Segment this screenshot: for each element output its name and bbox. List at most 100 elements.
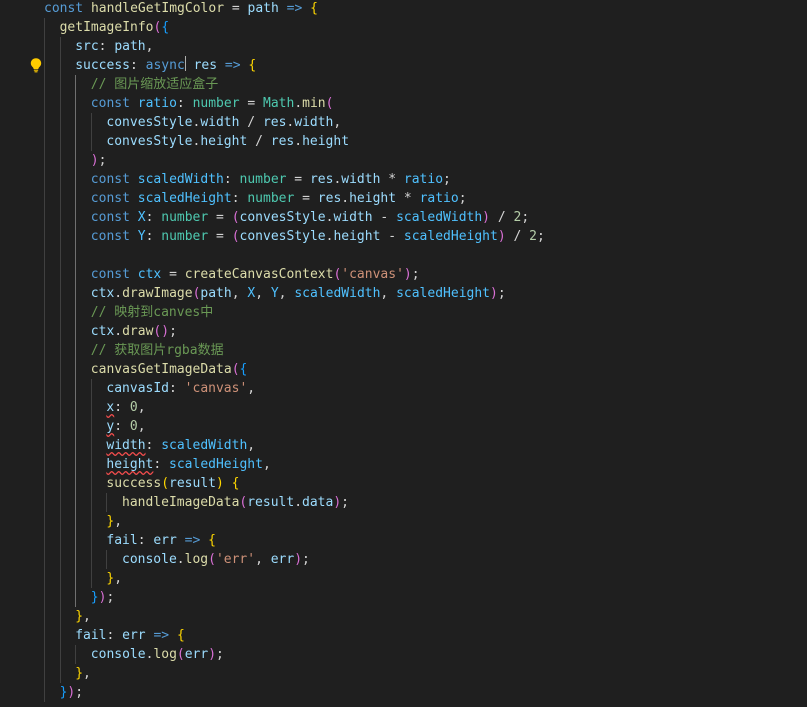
code-line[interactable]: canvasId: 'canvas', (0, 379, 807, 398)
code-line[interactable]: ctx.drawImage(path, X, Y, scaledWidth, s… (0, 284, 807, 303)
indent-guide (44, 75, 45, 94)
code-line[interactable] (0, 246, 807, 265)
code-line[interactable]: }); (0, 683, 807, 702)
code-line[interactable]: success: async res => { (0, 56, 807, 75)
keyword-token: => (217, 58, 249, 73)
indent-guide (44, 132, 45, 151)
variable-token: data (302, 495, 334, 510)
bracket-token: ( (231, 362, 240, 377)
code-line[interactable]: const ctx = createCanvasContext('canvas'… (0, 265, 807, 284)
indent-guide (75, 474, 77, 493)
indent-guide (90, 531, 92, 550)
code-lines[interactable]: const handleGetImgColor = path => {getIm… (0, 0, 807, 702)
code-line[interactable]: convesStyle.height / res.height (0, 132, 807, 151)
code-line[interactable]: getImageInfo({ (0, 18, 807, 37)
indent-guide (44, 645, 45, 664)
code-line[interactable]: console.log('err', err); (0, 550, 807, 569)
indent-guide (75, 531, 77, 550)
function-token: log (184, 552, 209, 567)
variable-token: console (90, 647, 146, 662)
bracket-token: ( (325, 96, 334, 111)
bracket-token: ( (208, 552, 216, 567)
punctuation-token: / (239, 115, 263, 130)
punctuation-token: , (380, 286, 397, 301)
code-line[interactable]: fail: err => { (0, 626, 807, 645)
code-line[interactable]: console.log(err); (0, 645, 807, 664)
indent-guide (59, 94, 61, 113)
code-line[interactable]: success(result) { (0, 474, 807, 493)
code-line[interactable]: const handleGetImgColor = path => { (0, 0, 807, 18)
type-token: number (239, 172, 287, 187)
indent-guide (44, 189, 45, 208)
indent-guide (44, 94, 45, 113)
indent-guide (44, 683, 45, 702)
bracket-token: ( (176, 647, 185, 662)
code-line[interactable]: const ratio: number = Math.min( (0, 94, 807, 113)
indent-guide (44, 56, 45, 75)
error-underlined-token: width (106, 438, 146, 453)
code-line[interactable]: // 映射到canves中 (0, 303, 807, 322)
keyword-token: const (90, 267, 138, 282)
keyword-token: const (44, 1, 91, 16)
code-line[interactable]: src: path, (0, 37, 807, 56)
code-line[interactable]: canvasGetImageData({ (0, 360, 807, 379)
code-line[interactable]: const scaledWidth: number = res.width * … (0, 170, 807, 189)
code-line[interactable]: convesStyle.width / res.width, (0, 113, 807, 132)
punctuation-token (224, 476, 232, 491)
code-line[interactable]: // 图片缩放适应盒子 (0, 75, 807, 94)
code-text: }, (106, 569, 122, 588)
indent-guide (44, 379, 45, 398)
punctuation-token: , (83, 666, 91, 681)
code-line[interactable]: }, (0, 569, 807, 588)
code-line[interactable]: handleImageData(result.data); (0, 493, 807, 512)
code-line[interactable]: height: scaledHeight, (0, 455, 807, 474)
indent-guide (59, 303, 61, 322)
indent-guide (59, 170, 61, 189)
code-line[interactable]: const X: number = (convesStyle.width - s… (0, 208, 807, 227)
bracket-token: { (310, 1, 318, 16)
indent-guide (44, 531, 45, 550)
code-line[interactable]: const scaledHeight: number = res.height … (0, 189, 807, 208)
indent-guide (44, 322, 45, 341)
indent-guide (44, 208, 45, 227)
indent-guide (59, 151, 61, 170)
bracket-token: ( (161, 476, 170, 491)
code-line[interactable]: ); (0, 151, 807, 170)
indent-guide (75, 208, 77, 227)
variable-token: result (169, 476, 216, 491)
code-text: src: path, (75, 37, 153, 56)
code-line[interactable]: // 获取图片rgba数据 (0, 341, 807, 360)
punctuation-token: ; (216, 647, 224, 662)
constant-token: scaledHeight (169, 457, 263, 472)
code-text: const ratio: number = Math.min( (91, 94, 334, 113)
indent-guide (90, 113, 92, 132)
indent-guide (59, 569, 61, 588)
code-line[interactable]: }, (0, 664, 807, 683)
punctuation-token: , (247, 438, 256, 453)
punctuation-token: , (255, 286, 271, 301)
code-line[interactable]: }); (0, 588, 807, 607)
indent-guide (90, 417, 92, 436)
indent-guide (59, 455, 61, 474)
punctuation-token: . (341, 191, 350, 206)
keyword-token: const (90, 191, 138, 206)
code-line[interactable]: const Y: number = (convesStyle.height - … (0, 227, 807, 246)
code-line[interactable]: }, (0, 607, 807, 626)
bracket-token: } (75, 666, 84, 681)
indent-guide (59, 588, 61, 607)
bracket-token: { (239, 362, 248, 377)
code-line[interactable]: y: 0, (0, 417, 807, 436)
code-line[interactable]: width: scaledWidth, (0, 436, 807, 455)
code-text: }); (60, 683, 83, 702)
indent-guide (59, 189, 61, 208)
indent-guide (59, 626, 61, 645)
code-line[interactable]: }, (0, 512, 807, 531)
code-line[interactable]: ctx.draw(); (0, 322, 807, 341)
bracket-token: } (75, 609, 84, 624)
code-line[interactable]: x: 0, (0, 398, 807, 417)
punctuation-token: - (372, 210, 397, 225)
code-line[interactable]: fail: err => { (0, 531, 807, 550)
bracket-token: ) (294, 552, 303, 567)
function-token: log (153, 647, 177, 662)
code-editor[interactable]: const handleGetImgColor = path => {getIm… (0, 0, 807, 707)
